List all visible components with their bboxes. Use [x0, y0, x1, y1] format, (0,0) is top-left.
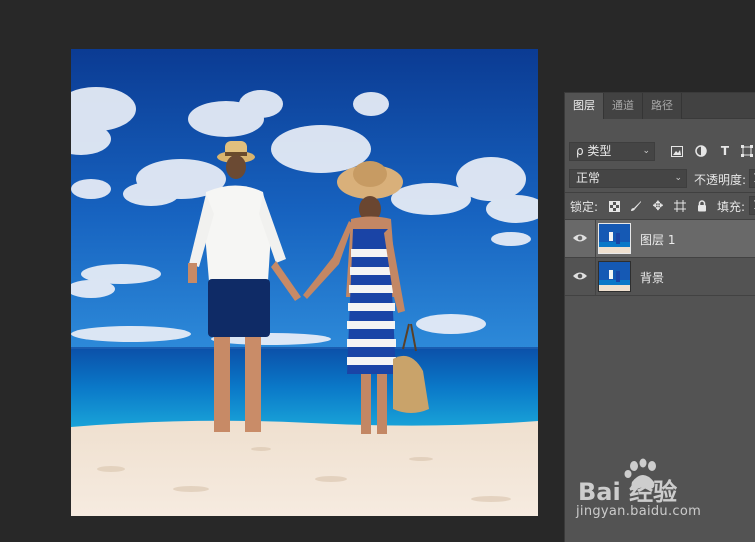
panel-tabs: 图层 通道 路径	[565, 93, 755, 119]
watermark-url: jingyan.baidu.com	[576, 504, 702, 519]
beach-couple-photo	[71, 49, 538, 516]
visibility-eye-icon[interactable]	[573, 233, 587, 243]
image-filter-icon[interactable]	[669, 143, 685, 159]
layer-name[interactable]: 背景	[640, 269, 664, 286]
layer-row-layer1[interactable]: 图层 1	[565, 220, 755, 258]
divider	[565, 192, 755, 193]
blend-mode-dropdown[interactable]: 正常 ⌄	[569, 169, 687, 188]
tab-channels[interactable]: 通道	[604, 93, 643, 119]
chevron-down-icon: ⌄	[674, 173, 682, 183]
shape-filter-icon[interactable]	[739, 143, 755, 159]
lock-label: 锁定:	[570, 200, 599, 214]
divider	[595, 258, 596, 295]
fill-label: 填充:	[717, 200, 746, 214]
fill-input[interactable]: 1	[749, 196, 755, 215]
divider	[595, 220, 596, 257]
lock-all-icon[interactable]	[694, 198, 710, 214]
type-filter-icon[interactable]: T	[717, 143, 733, 159]
layer-row-background[interactable]: 背景	[565, 258, 755, 296]
filter-kind-dropdown[interactable]: ρ 类型 ⌄	[569, 142, 655, 161]
tab-paths[interactable]: 路径	[643, 93, 682, 119]
tab-bar-filler	[682, 93, 755, 119]
blend-mode-value: 正常	[576, 171, 601, 185]
baidu-jingyan-watermark: Bai 经验 jingyan.baidu.com	[574, 458, 754, 528]
opacity-label: 不透明度:	[694, 173, 747, 187]
chevron-down-icon: ⌄	[642, 146, 650, 156]
layer-name[interactable]: 图层 1	[640, 231, 675, 248]
layer-thumbnail	[598, 223, 631, 254]
filter-kind-value: ρ 类型	[576, 144, 612, 158]
tab-layers[interactable]: 图层	[565, 93, 604, 119]
adjustment-filter-icon[interactable]	[693, 143, 709, 159]
baidu-logo: Bai 经验	[578, 458, 677, 506]
lock-move-icon[interactable]: ✥	[650, 198, 666, 214]
layer-thumbnail	[598, 261, 631, 292]
lock-paint-icon[interactable]	[628, 198, 644, 214]
document-canvas[interactable]	[71, 49, 538, 516]
lock-artboard-icon[interactable]	[672, 198, 688, 214]
logo-text: Bai 经验	[578, 478, 677, 504]
lock-transparent-icon[interactable]	[606, 198, 622, 214]
visibility-eye-icon[interactable]	[573, 271, 587, 281]
opacity-input[interactable]: 1	[749, 169, 755, 188]
